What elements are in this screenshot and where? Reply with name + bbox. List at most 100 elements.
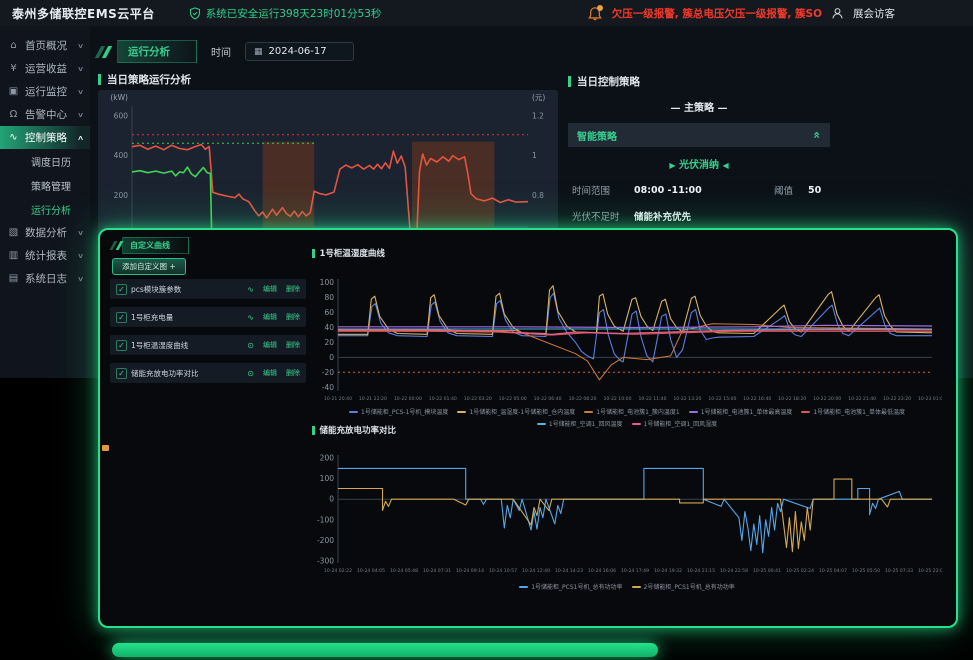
sidebar-sub-schedule-calendar[interactable]: 调度日历	[0, 149, 90, 173]
sidebar-item-alarm[interactable]: Ω 告警中心 ∨	[0, 103, 90, 126]
play-left-icon: ▶	[669, 161, 675, 170]
legend-swatch	[689, 411, 698, 413]
smart-strategy-header[interactable]: 智能策略 «	[568, 123, 830, 147]
sidebar-item-home[interactable]: ⌂ 首页概况 ∨	[0, 34, 90, 57]
legend-item[interactable]: 1号储能柜_空调1_回风温度	[537, 419, 623, 428]
eye-icon[interactable]: ⊙	[247, 341, 254, 350]
legend-label: 1号储能柜_空调1_回风温度	[549, 419, 623, 428]
svg-text:10-22 05:00: 10-22 05:00	[499, 396, 527, 402]
svg-text:0: 0	[329, 353, 334, 362]
legend-item[interactable]: 1号储能柜_温湿度-1号储能柜_仓内温度	[457, 407, 575, 416]
add-custom-chart-button[interactable]: 添加自定义图 +	[112, 258, 186, 275]
curve-type-icon[interactable]: ∿	[247, 313, 254, 322]
edit-link[interactable]: 编辑	[263, 284, 277, 294]
legend-item[interactable]: 1号储能柜_空调1_回风湿度	[632, 419, 718, 428]
chevron-down-icon: ∨	[77, 275, 84, 283]
svg-text:(kW): (kW)	[110, 93, 128, 102]
svg-text:400: 400	[114, 151, 129, 160]
list-item[interactable]: ✓ 储能充放电功率对比 ⊙ 编辑 删除	[110, 363, 306, 383]
svg-text:10-22 15:00: 10-22 15:00	[708, 396, 736, 402]
calendar-icon: ▦	[254, 47, 263, 57]
checkbox-icon[interactable]: ✓	[116, 284, 127, 295]
section-control-strategy: 当日控制策略	[568, 74, 830, 89]
collapse-icon[interactable]: «	[810, 131, 824, 139]
curve-type-icon[interactable]: ∿	[247, 285, 254, 294]
field-label: 阈值	[774, 183, 808, 197]
strategy-mode: ▶ 光伏消纳 ◀	[568, 156, 830, 171]
tab-run-analysis[interactable]: 运行分析	[117, 40, 197, 63]
syslog-icon: ▤	[7, 273, 20, 284]
svg-text:10-23 01:00: 10-23 01:00	[918, 396, 942, 402]
svg-text:100: 100	[320, 278, 335, 287]
delete-link[interactable]: 删除	[286, 312, 300, 322]
list-item[interactable]: ✓ 1号柜充电量 ∿ 编辑 删除	[110, 307, 306, 327]
legend-item[interactable]: 2号储能柜_PCS1号机_总有功功率	[632, 582, 735, 591]
chart-title: 1号柜温湿度曲线	[320, 247, 385, 259]
edit-link[interactable]: 编辑	[263, 312, 277, 322]
delete-link[interactable]: 删除	[286, 368, 300, 378]
svg-text:10-22 03:20: 10-22 03:20	[464, 396, 492, 402]
legend-item[interactable]: 1号储能柜_电池簇1_单体最低温度	[801, 407, 905, 416]
sidebar-item-strategy[interactable]: ∿ 控制策略 ∧	[0, 126, 90, 149]
svg-text:10-25 00:41: 10-25 00:41	[753, 568, 781, 574]
svg-text:10-22 06:40: 10-22 06:40	[534, 396, 562, 402]
list-item[interactable]: ✓ pcs模块簇参数 ∿ 编辑 删除	[110, 279, 306, 299]
legend-item[interactable]: 1号储能柜_电池簇1_单体最高温度	[689, 407, 793, 416]
svg-text:-100: -100	[317, 515, 334, 524]
legend-swatch	[632, 586, 641, 588]
field-value: 08:00 -11:00	[634, 185, 774, 196]
delete-link[interactable]: 删除	[286, 284, 300, 294]
checkbox-icon[interactable]: ✓	[116, 368, 127, 379]
username[interactable]: 展会访客	[853, 6, 895, 21]
sidebar-item-report[interactable]: ▥ 统计报表 ∨	[0, 244, 90, 267]
checkbox-icon[interactable]: ✓	[116, 340, 127, 351]
legend-item[interactable]: 1号储能柜_PCS-1号机_模块温度	[349, 407, 448, 416]
glow-bar	[112, 643, 658, 657]
title-bar-accent	[312, 249, 315, 258]
svg-text:10-24 17:49: 10-24 17:49	[621, 568, 649, 574]
delete-link[interactable]: 删除	[286, 340, 300, 350]
svg-text:10-24 22:58: 10-24 22:58	[720, 568, 748, 574]
alert-ticker[interactable]: 欠压一级报警, 簇总电压欠压一级报警, 簇SO	[612, 6, 822, 21]
sidebar-item-monitor[interactable]: ▣ 运行监控 ∨	[0, 80, 90, 103]
svg-text:10-25 04:07: 10-25 04:07	[819, 568, 847, 574]
user-icon	[831, 7, 844, 20]
legend-label: 1号储能柜_PCS1号机_总有功功率	[531, 582, 622, 591]
alert-bell-icon[interactable]	[588, 6, 603, 21]
sidebar-item-label: 数据分析	[25, 225, 67, 240]
date-picker[interactable]: ▦ 2024-06-17	[245, 42, 354, 61]
topbar-right: 欠压一级报警, 簇总电压欠压一级报警, 簇SO 展会访客	[588, 6, 973, 21]
edit-link[interactable]: 编辑	[263, 340, 277, 350]
field-label: 光伏不足时	[572, 209, 634, 223]
svg-text:10-22 00:00: 10-22 00:00	[394, 396, 422, 402]
chevron-up-icon: ∧	[77, 134, 84, 142]
legend-item[interactable]: 1号储能柜_电池簇1_簇内温度1	[584, 407, 679, 416]
list-item[interactable]: ✓ 1号柜温湿度曲线 ⊙ 编辑 删除	[110, 335, 306, 355]
legend-item[interactable]: 1号储能柜_PCS1号机_总有功功率	[519, 582, 622, 591]
legend-swatch	[349, 411, 358, 413]
section-strategy-run: 当日策略运行分析	[98, 72, 191, 87]
strategy-mode-text: 光伏消纳	[679, 160, 719, 171]
date-value: 2024-06-17	[269, 46, 327, 57]
tab-custom-curves[interactable]: 自定义曲线	[122, 237, 189, 254]
edit-link[interactable]: 编辑	[263, 368, 277, 378]
sidebar-item-data-analysis[interactable]: ▧ 数据分析 ∨	[0, 221, 90, 244]
svg-text:10-22 21:40: 10-22 21:40	[848, 396, 876, 402]
checkbox-icon[interactable]: ✓	[116, 312, 127, 323]
title-bar-accent	[312, 426, 315, 435]
sidebar-sub-strategy-manage[interactable]: 策略管理	[0, 173, 90, 197]
chart-title: 储能充放电功率对比	[320, 424, 397, 436]
sidebar-item-revenue[interactable]: ¥ 运营收益 ∨	[0, 57, 90, 80]
svg-text:10-24 07:31: 10-24 07:31	[423, 568, 451, 574]
curve-name: 1号柜温湿度曲线	[131, 340, 243, 351]
sidebar-item-syslog[interactable]: ▤ 系统日志 ∨	[0, 267, 90, 290]
svg-text:-40: -40	[322, 383, 334, 392]
svg-text:10-22 18:20: 10-22 18:20	[778, 396, 806, 402]
svg-text:600: 600	[114, 111, 129, 120]
svg-text:10-25 05:50: 10-25 05:50	[852, 568, 880, 574]
svg-text:(元): (元)	[532, 93, 545, 102]
shield-icon	[189, 7, 201, 20]
temp-humidity-chart: 100806040200-20-4010-21 20:4010-21 22:20…	[312, 271, 942, 403]
eye-icon[interactable]: ⊙	[247, 369, 254, 378]
sidebar-sub-run-analysis[interactable]: 运行分析	[0, 197, 90, 221]
